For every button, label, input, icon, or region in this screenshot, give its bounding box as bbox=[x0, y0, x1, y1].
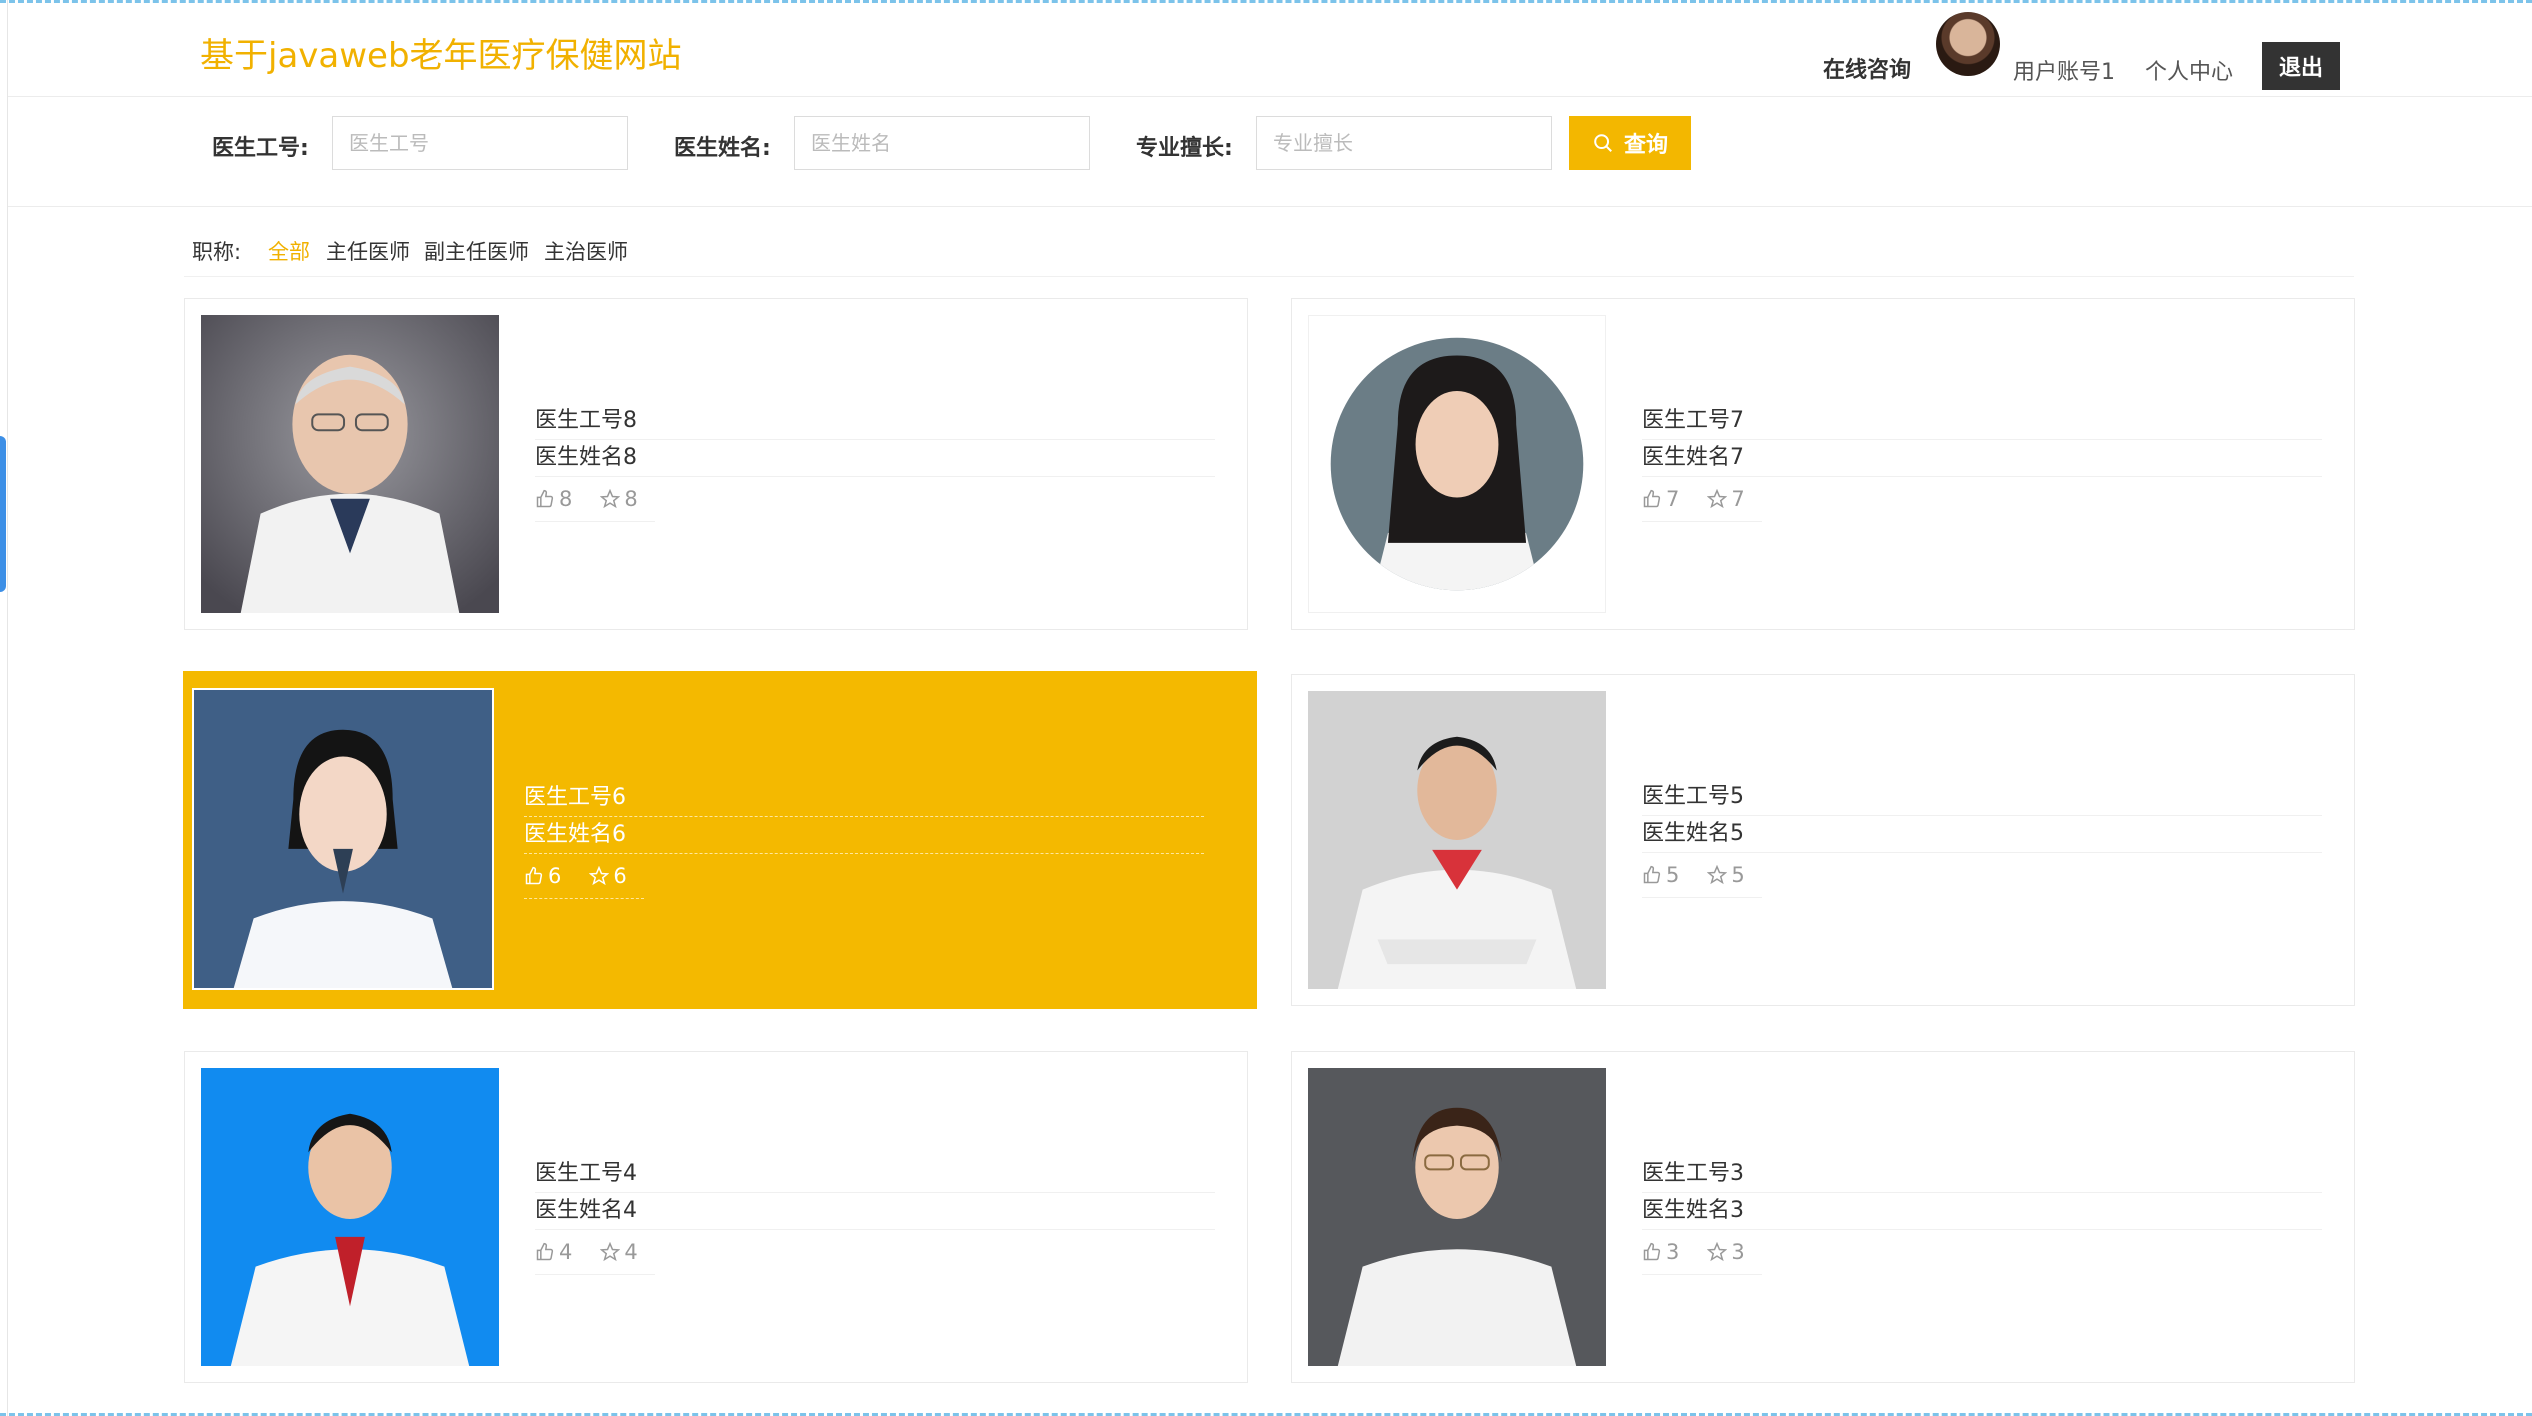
like-count: 8 bbox=[559, 487, 573, 511]
doctor-stats: 5 5 bbox=[1642, 853, 1762, 898]
nav-online-consult[interactable]: 在线咨询 bbox=[1823, 52, 1911, 84]
doctor-no-input[interactable] bbox=[332, 116, 628, 170]
favorite-count: 8 bbox=[624, 487, 638, 511]
doctor-info: 医生工号8 医生姓名8 8 8 bbox=[535, 403, 1215, 522]
doctor-no: 医生工号6 bbox=[524, 780, 1204, 817]
doctor-card-highlighted[interactable]: 医生工号6 医生姓名6 6 6 bbox=[183, 671, 1257, 1009]
doctor-card[interactable]: 医生工号8 医生姓名8 8 8 bbox=[184, 298, 1248, 630]
left-divider bbox=[7, 0, 8, 1416]
doctor-name: 医生姓名4 bbox=[535, 1193, 1215, 1230]
like-count: 3 bbox=[1666, 1240, 1680, 1264]
doctor-card[interactable]: 医生工号5 医生姓名5 5 5 bbox=[1291, 674, 2355, 1006]
user-avatar[interactable] bbox=[1936, 12, 2000, 76]
favorite-count: 7 bbox=[1731, 487, 1745, 511]
search-icon bbox=[1594, 134, 1612, 152]
favorite-stat[interactable]: 7 bbox=[1707, 487, 1745, 511]
doctor-stats: 3 3 bbox=[1642, 1230, 1762, 1275]
specialty-label: 专业擅长: bbox=[1136, 136, 1233, 161]
favorite-count: 3 bbox=[1731, 1240, 1745, 1264]
doctor-no: 医生工号5 bbox=[1642, 779, 2322, 816]
doctor-photo[interactable] bbox=[1308, 315, 1606, 613]
doctor-name: 医生姓名8 bbox=[535, 440, 1215, 477]
site-title[interactable]: 基于javaweb老年医疗保健网站 bbox=[200, 28, 682, 77]
doctor-info: 医生工号5 医生姓名5 5 5 bbox=[1642, 779, 2322, 898]
doctor-stats: 4 4 bbox=[535, 1230, 655, 1275]
doctor-photo[interactable] bbox=[192, 688, 494, 990]
doctor-name-label: 医生姓名: bbox=[674, 136, 771, 161]
star-icon bbox=[1707, 489, 1728, 509]
doctor-photo[interactable] bbox=[1308, 1068, 1606, 1366]
like-count: 5 bbox=[1666, 863, 1680, 887]
star-icon bbox=[1707, 865, 1728, 885]
favorite-stat[interactable]: 3 bbox=[1707, 1240, 1745, 1264]
like-count: 7 bbox=[1666, 487, 1680, 511]
doctor-card[interactable]: 医生工号3 医生姓名3 3 3 bbox=[1291, 1051, 2355, 1383]
like-stat[interactable]: 6 bbox=[524, 864, 561, 888]
search-button-label: 查询 bbox=[1623, 132, 1668, 157]
nav-personal-center[interactable]: 个人中心 bbox=[2145, 54, 2233, 86]
doctor-stats: 8 8 bbox=[535, 477, 655, 522]
star-icon bbox=[589, 866, 610, 886]
star-icon bbox=[600, 1242, 621, 1262]
doctor-no-label: 医生工号: bbox=[212, 136, 309, 161]
star-icon bbox=[600, 489, 621, 509]
doctor-no: 医生工号8 bbox=[535, 403, 1215, 440]
thumbs-up-icon bbox=[1643, 489, 1661, 508]
thumbs-up-icon bbox=[525, 866, 543, 885]
favorite-stat[interactable]: 8 bbox=[600, 487, 638, 511]
doctor-card[interactable]: 医生工号4 医生姓名4 4 4 bbox=[184, 1051, 1248, 1383]
search-bar: 医生工号: 医生姓名: 专业擅长: 查询 bbox=[8, 96, 2532, 207]
doctor-no: 医生工号7 bbox=[1642, 403, 2322, 440]
filter-attending-physician[interactable]: 主治医师 bbox=[544, 236, 628, 266]
favorite-stat[interactable]: 4 bbox=[600, 1240, 638, 1264]
doctor-name: 医生姓名7 bbox=[1642, 440, 2322, 477]
filter-chief-physician[interactable]: 主任医师 bbox=[326, 236, 410, 266]
thumbs-up-icon bbox=[1643, 865, 1661, 884]
doctor-no: 医生工号4 bbox=[535, 1156, 1215, 1193]
thumbs-up-icon bbox=[1643, 1242, 1661, 1261]
title-filter: 职称: 全部 主任医师 副主任医师 主治医师 bbox=[184, 232, 2354, 277]
nav-user-account[interactable]: 用户账号1 bbox=[2013, 54, 2115, 86]
like-stat[interactable]: 4 bbox=[535, 1240, 572, 1264]
like-stat[interactable]: 5 bbox=[1642, 863, 1679, 887]
doctor-no: 医生工号3 bbox=[1642, 1156, 2322, 1193]
filter-label: 职称: bbox=[192, 240, 242, 264]
like-count: 4 bbox=[559, 1240, 573, 1264]
doctor-info: 医生工号3 医生姓名3 3 3 bbox=[1642, 1156, 2322, 1275]
thumbs-up-icon bbox=[536, 1242, 554, 1261]
doctor-info: 医生工号7 医生姓名7 7 7 bbox=[1642, 403, 2322, 522]
doctor-stats: 6 6 bbox=[524, 854, 644, 899]
doctor-name: 医生姓名5 bbox=[1642, 816, 2322, 853]
doctor-photo[interactable] bbox=[201, 315, 499, 613]
doctor-name: 医生姓名3 bbox=[1642, 1193, 2322, 1230]
star-icon bbox=[1707, 1242, 1728, 1262]
filter-all[interactable]: 全部 bbox=[268, 236, 310, 266]
thumbs-up-icon bbox=[536, 489, 554, 508]
side-drawer-tab[interactable] bbox=[0, 436, 6, 592]
top-header: 基于javaweb老年医疗保健网站 在线咨询 用户账号1 个人中心 退出 bbox=[8, 0, 2532, 97]
like-stat[interactable]: 3 bbox=[1642, 1240, 1679, 1264]
favorite-count: 6 bbox=[613, 864, 627, 888]
doctor-card[interactable]: 医生工号7 医生姓名7 7 7 bbox=[1291, 298, 2355, 630]
doctor-photo[interactable] bbox=[1308, 691, 1606, 989]
like-stat[interactable]: 8 bbox=[535, 487, 572, 511]
like-count: 6 bbox=[548, 864, 562, 888]
favorite-stat[interactable]: 5 bbox=[1707, 863, 1745, 887]
logout-button[interactable]: 退出 bbox=[2262, 42, 2340, 90]
doctor-name: 医生姓名6 bbox=[524, 817, 1204, 854]
doctor-info: 医生工号4 医生姓名4 4 4 bbox=[535, 1156, 1215, 1275]
favorite-count: 4 bbox=[624, 1240, 638, 1264]
filter-associate-chief-physician[interactable]: 副主任医师 bbox=[424, 236, 529, 266]
doctor-photo[interactable] bbox=[201, 1068, 499, 1366]
favorite-stat[interactable]: 6 bbox=[589, 864, 627, 888]
favorite-count: 5 bbox=[1731, 863, 1745, 887]
search-button[interactable]: 查询 bbox=[1569, 116, 1691, 170]
specialty-input[interactable] bbox=[1256, 116, 1552, 170]
doctor-name-input[interactable] bbox=[794, 116, 1090, 170]
doctor-info: 医生工号6 医生姓名6 6 6 bbox=[524, 780, 1204, 899]
like-stat[interactable]: 7 bbox=[1642, 487, 1679, 511]
doctor-stats: 7 7 bbox=[1642, 477, 1762, 522]
